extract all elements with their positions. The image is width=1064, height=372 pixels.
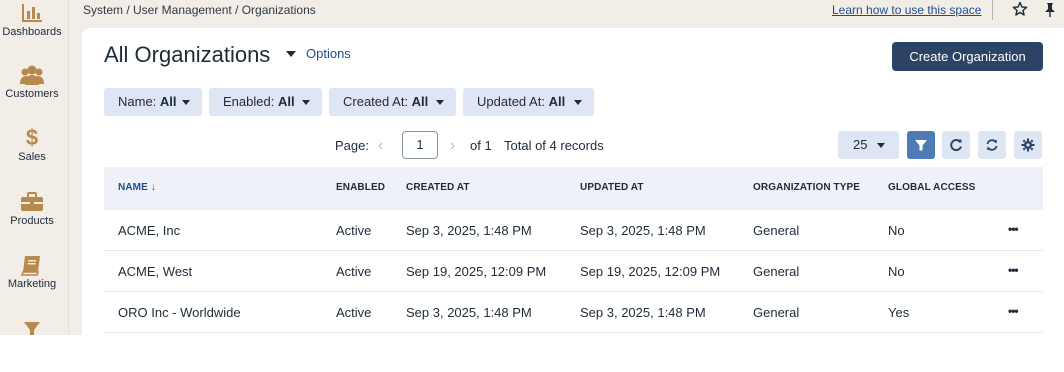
caret-down-icon (574, 100, 582, 105)
refresh-button[interactable] (942, 131, 970, 159)
star-icon[interactable] (1012, 1, 1028, 22)
row-actions-icon[interactable]: ••• (1008, 222, 1019, 236)
bar-chart-icon (0, 2, 64, 24)
table-row[interactable]: ACME, Inc Active Sep 3, 2025, 1:48 PM Se… (104, 210, 1043, 251)
cell-updated-at: Sep 3, 2025, 1:48 PM (580, 223, 706, 238)
chevron-left-icon[interactable]: ‹ (378, 137, 383, 155)
page-number-input[interactable]: 1 (402, 131, 438, 159)
page-size-value: 25 (853, 137, 868, 152)
sidebar-item-dashboards[interactable]: Dashboards (0, 2, 64, 38)
breadcrumb: System / User Management / Organizations (83, 3, 316, 17)
filter-label: Created At: (343, 94, 409, 109)
table-row[interactable]: ORO Inc - Worldwide Active Sep 3, 2025, … (104, 292, 1043, 333)
cell-updated-at: Sep 3, 2025, 1:48 PM (580, 305, 706, 320)
cell-name: ORO Inc - Worldwide (118, 305, 241, 320)
column-header-name[interactable]: NAME ↓ (118, 182, 156, 193)
cell-name: ACME, Inc (118, 223, 181, 238)
page-title[interactable]: All Organizations (104, 42, 270, 68)
row-actions-icon[interactable]: ••• (1008, 304, 1019, 318)
dollar-icon: $ (25, 125, 39, 150)
cell-updated-at: Sep 19, 2025, 12:09 PM (580, 264, 721, 279)
page-size-select[interactable]: 25 (838, 131, 899, 159)
filter-updated-at[interactable]: Updated At: All (463, 88, 594, 116)
caret-down-icon (877, 143, 885, 148)
filter-value: All (411, 94, 429, 109)
column-header-enabled[interactable]: ENABLED (336, 182, 385, 193)
caret-down-icon (436, 100, 444, 105)
cell-global-access: No (888, 223, 905, 238)
row-actions-icon[interactable]: ••• (1008, 263, 1019, 277)
funnel-icon (915, 140, 927, 151)
pager-label: Page: (335, 138, 369, 153)
sidebar-item-label: Customers (5, 88, 59, 100)
cell-created-at: Sep 3, 2025, 1:48 PM (406, 305, 532, 320)
sidebar: Dashboards Customers $ Sales Products Ma… (0, 0, 68, 335)
sync-icon (986, 139, 998, 151)
cell-global-access: Yes (888, 305, 910, 320)
caret-down-icon (182, 100, 190, 105)
filter-created-at[interactable]: Created At: All (329, 88, 456, 116)
gear-icon (1021, 138, 1035, 152)
chevron-right-icon[interactable]: › (450, 137, 455, 155)
total-records: Total of 4 records (504, 138, 604, 153)
reset-button[interactable] (978, 131, 1006, 159)
filter-value: All (159, 94, 177, 109)
sidebar-item-sales[interactable]: $ Sales (0, 125, 64, 164)
cell-organization-type: General (753, 305, 800, 320)
column-header-created-at[interactable]: CREATED AT (406, 182, 470, 193)
filter-value: All (277, 94, 295, 109)
cell-created-at: Sep 19, 2025, 12:09 PM (406, 264, 547, 279)
sidebar-item-label: Dashboards (2, 26, 62, 38)
cell-global-access: No (888, 264, 905, 279)
sort-arrow-icon: ↓ (150, 182, 156, 193)
pager-of-label: of 1 (470, 138, 492, 153)
filter-label: Name: (118, 94, 157, 109)
filter-name[interactable]: Name: All (104, 88, 202, 116)
sidebar-item-label: Products (10, 215, 54, 227)
create-organization-button[interactable]: Create Organization (892, 42, 1043, 71)
table-row[interactable]: ACME, West Active Sep 19, 2025, 12:09 PM… (104, 251, 1043, 292)
filter-label: Enabled: (223, 94, 275, 109)
pin-icon[interactable] (1043, 2, 1057, 23)
cell-enabled: Active (336, 223, 372, 238)
learn-link[interactable]: Learn how to use this space (832, 3, 981, 17)
cell-name: ACME, West (118, 264, 193, 279)
main-panel: All Organizations Options Create Organiz… (82, 28, 1064, 335)
settings-button[interactable] (1014, 131, 1042, 159)
sidebar-item-label: Marketing (7, 278, 57, 290)
chevron-down-icon[interactable] (286, 51, 296, 57)
sidebar-item-customers[interactable]: Customers (0, 64, 64, 100)
caret-down-icon (302, 100, 310, 105)
cell-created-at: Sep 3, 2025, 1:48 PM (406, 223, 532, 238)
sidebar-divider (68, 0, 69, 335)
briefcase-icon (0, 191, 64, 213)
cell-enabled: Active (336, 305, 372, 320)
users-icon (0, 64, 64, 86)
filter-toggle-button[interactable] (907, 131, 935, 159)
filter-label: Updated At: (477, 94, 545, 109)
filter-enabled[interactable]: Enabled: All (209, 88, 322, 116)
sidebar-item-reports[interactable] (0, 320, 64, 344)
book-icon (0, 254, 64, 276)
column-header-updated-at[interactable]: UPDATED AT (580, 182, 644, 193)
cell-organization-type: General (753, 223, 800, 238)
sidebar-item-products[interactable]: Products (0, 191, 64, 227)
funnel-icon (0, 320, 64, 342)
sidebar-item-label: Sales (18, 151, 46, 163)
divider (992, 0, 993, 20)
column-header-global-access[interactable]: GLOBAL ACCESS (888, 182, 975, 193)
cell-enabled: Active (336, 264, 372, 279)
table-header: NAME ↓ ENABLED CREATED AT UPDATED AT ORG… (104, 167, 1043, 210)
filter-value: All (548, 94, 566, 109)
app-window: Dashboards Customers $ Sales Products Ma… (0, 0, 1064, 335)
column-header-organization-type[interactable]: ORGANIZATION TYPE (753, 182, 860, 193)
refresh-icon (950, 139, 962, 151)
options-link[interactable]: Options (306, 46, 351, 61)
sidebar-item-marketing[interactable]: Marketing (0, 254, 64, 290)
cell-organization-type: General (753, 264, 800, 279)
